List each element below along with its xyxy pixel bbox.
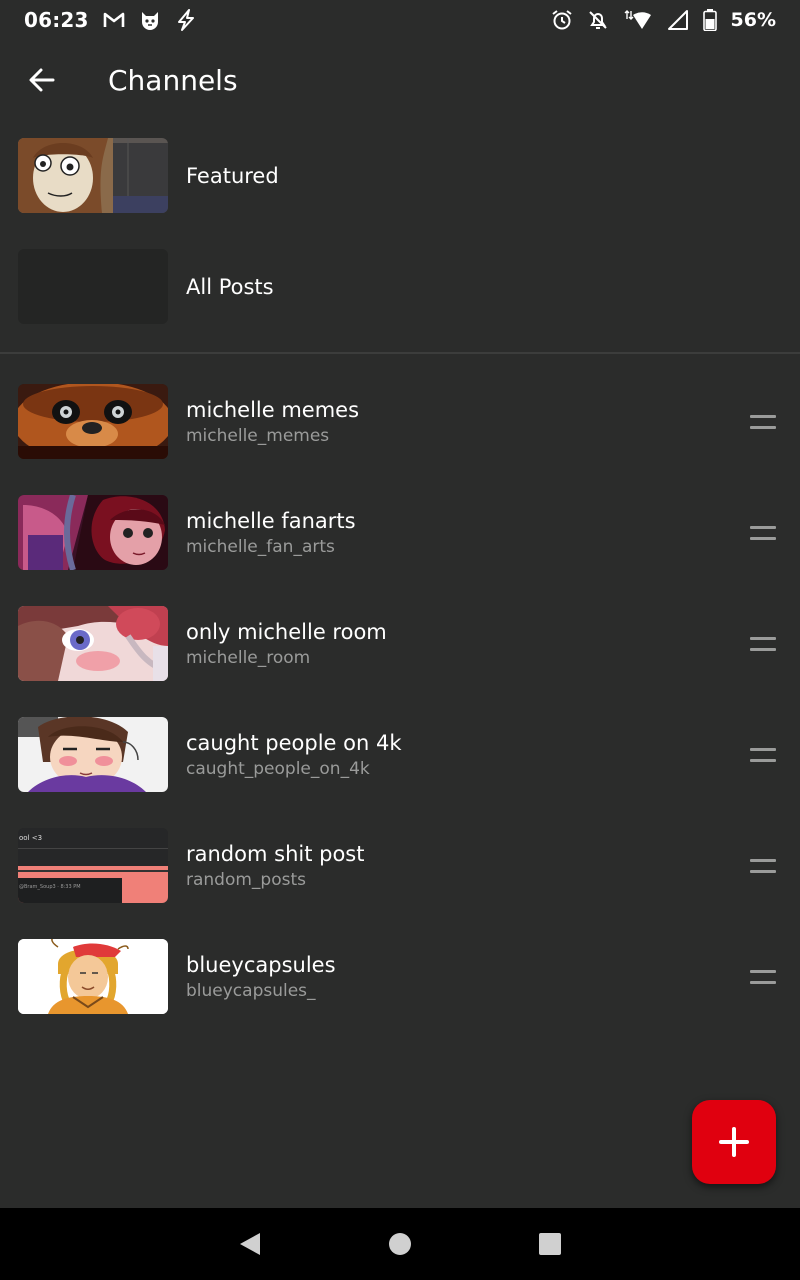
channel-text: michelle fanarts michelle_fan_arts: [186, 508, 356, 558]
notifications-off-icon: [587, 9, 609, 31]
wifi-icon: [623, 9, 653, 31]
channel-item-caught-people-on-4k[interactable]: caught people on 4k caught_people_on_4k: [0, 699, 800, 810]
status-left: 06:23: [24, 8, 197, 32]
channel-item-blueycapsules[interactable]: blueycapsules blueycapsules_: [0, 921, 800, 1032]
thumb-caption-bottom: @Bram_Soup3 · 8:33 PM: [19, 884, 81, 890]
channel-thumbnail: [18, 495, 168, 570]
drag-handle-icon[interactable]: [750, 636, 776, 651]
channel-handle: random_posts: [186, 869, 307, 890]
channel-title: michelle memes: [186, 397, 360, 422]
featured-text: Featured: [186, 163, 279, 189]
featured-thumbnail: [18, 138, 168, 213]
alarm-icon: [551, 9, 573, 31]
plus-icon: [719, 1127, 749, 1157]
channel-text: caught people on 4k caught_people_on_4k: [186, 730, 402, 780]
channel-thumbnail: ool <3 @Bram_Soup3 · 8:33 PM: [18, 828, 168, 903]
nav-back-button[interactable]: [230, 1224, 270, 1264]
channel-text: random shit post random_posts: [186, 841, 364, 891]
channel-handle: michelle_fan_arts: [186, 536, 335, 557]
page-title: Channels: [108, 63, 238, 97]
channel-handle: blueycapsules_: [186, 980, 316, 1001]
channel-text: blueycapsules blueycapsules_: [186, 952, 336, 1002]
battery-percent: 56%: [730, 9, 776, 31]
all-posts-thumbnail: [18, 249, 168, 324]
nav-recents-button[interactable]: [530, 1224, 570, 1264]
status-right: 56%: [551, 9, 776, 31]
back-triangle-icon: [240, 1233, 260, 1255]
section-divider: [0, 352, 800, 354]
drag-handle-icon[interactable]: [750, 414, 776, 429]
channel-title: random shit post: [186, 841, 365, 866]
gmail-icon: [103, 11, 125, 29]
channel-item-michelle-memes[interactable]: michelle memes michelle_memes: [0, 366, 800, 477]
thumb-caption-top: ool <3: [19, 834, 42, 842]
featured-title: Featured: [186, 163, 279, 188]
nav-home-button[interactable]: [380, 1224, 420, 1264]
recents-square-icon: [539, 1233, 561, 1255]
arrow-left-icon: [29, 68, 55, 92]
app-bar: Channels: [0, 40, 800, 120]
channel-thumbnail: [18, 384, 168, 459]
system-nav-bar: [0, 1208, 800, 1280]
status-time: 06:23: [24, 8, 89, 32]
channel-handle: michelle_memes: [186, 425, 330, 446]
channel-handle: michelle_room: [186, 647, 311, 668]
channel-title: blueycapsules: [186, 952, 336, 977]
channel-title: michelle fanarts: [186, 508, 356, 533]
channel-thumbnail: [18, 717, 168, 792]
drag-handle-icon[interactable]: [750, 969, 776, 984]
channel-item-only-michelle-room[interactable]: only michelle room michelle_room: [0, 588, 800, 699]
channel-item-random-shit-post[interactable]: ool <3 @Bram_Soup3 · 8:33 PM random shit…: [0, 810, 800, 921]
add-channel-button[interactable]: [692, 1100, 776, 1184]
channel-text: only michelle room michelle_room: [186, 619, 387, 669]
channel-item-michelle-fanarts[interactable]: michelle fanarts michelle_fan_arts: [0, 477, 800, 588]
all-posts-item[interactable]: All Posts: [0, 231, 800, 342]
home-circle-icon: [389, 1233, 411, 1255]
drag-handle-icon[interactable]: [750, 858, 776, 873]
channel-handle: caught_people_on_4k: [186, 758, 370, 779]
signal-icon: [667, 9, 689, 31]
status-bar: 06:23 56%: [0, 0, 800, 40]
drag-handle-icon[interactable]: [750, 747, 776, 762]
channel-text: michelle memes michelle_memes: [186, 397, 359, 447]
lightning-icon: [175, 9, 197, 31]
all-posts-title: All Posts: [186, 274, 274, 299]
drag-handle-icon[interactable]: [750, 525, 776, 540]
featured-item[interactable]: Featured: [0, 120, 800, 231]
cat-app-icon: [139, 9, 161, 31]
channel-thumbnail: [18, 606, 168, 681]
back-button[interactable]: [14, 52, 70, 108]
battery-icon: [702, 9, 717, 31]
all-posts-text: All Posts: [186, 274, 274, 300]
channel-thumbnail: [18, 939, 168, 1014]
channel-title: only michelle room: [186, 619, 387, 644]
channels-screen: 06:23 56% Channels Featured All Posts mi…: [0, 0, 800, 1280]
channel-title: caught people on 4k: [186, 730, 402, 755]
